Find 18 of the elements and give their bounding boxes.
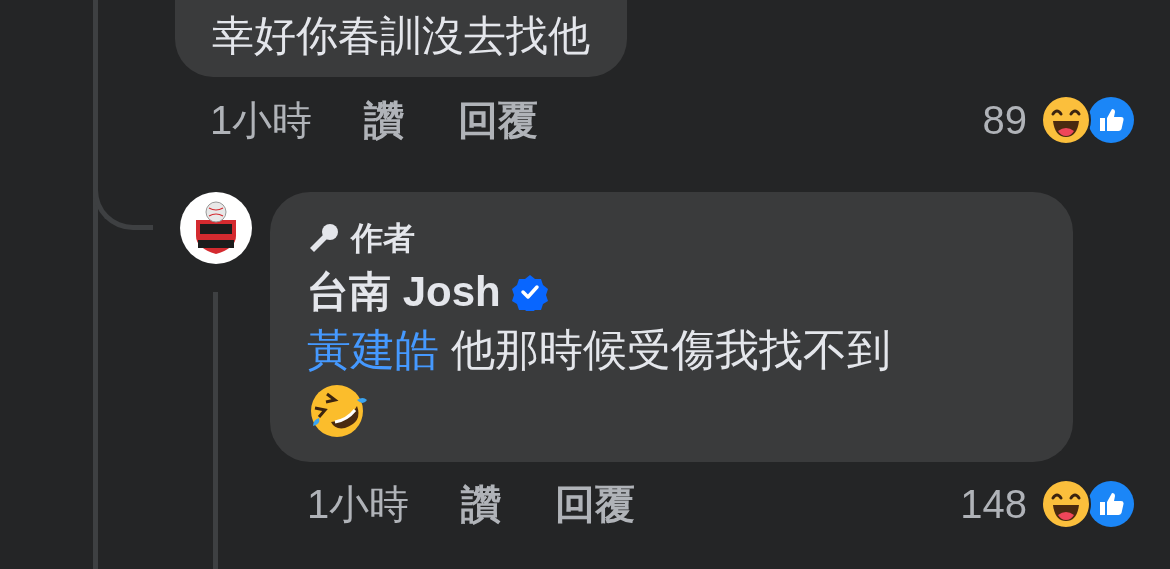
thumbs-up-reaction-icon bbox=[1087, 480, 1135, 528]
reply-link[interactable]: 回覆 bbox=[458, 90, 539, 150]
reaction-count: 148 bbox=[960, 481, 1027, 528]
comment-text: 黃建皓 他那時候受傷我找不到 bbox=[307, 324, 893, 376]
author-label: 作者 bbox=[351, 219, 415, 258]
like-link[interactable]: 讚 bbox=[364, 90, 405, 150]
like-link[interactable]: 讚 bbox=[461, 474, 502, 534]
laughing-reaction-icon bbox=[1041, 95, 1091, 145]
comment-time: 1小時 bbox=[307, 481, 410, 528]
comment-text: 幸好你春訓沒去找他 bbox=[212, 15, 590, 57]
mention-link[interactable]: 黃建皓 bbox=[307, 325, 439, 374]
avatar-icon bbox=[180, 192, 252, 264]
reaction-count: 89 bbox=[982, 97, 1027, 144]
thumbs-up-reaction-icon bbox=[1087, 96, 1135, 144]
reply-link[interactable]: 回覆 bbox=[555, 474, 636, 534]
laughing-reaction-icon bbox=[1041, 479, 1091, 529]
comment-time: 1小時 bbox=[210, 97, 313, 144]
author-name: 台南 Josh bbox=[307, 267, 501, 317]
